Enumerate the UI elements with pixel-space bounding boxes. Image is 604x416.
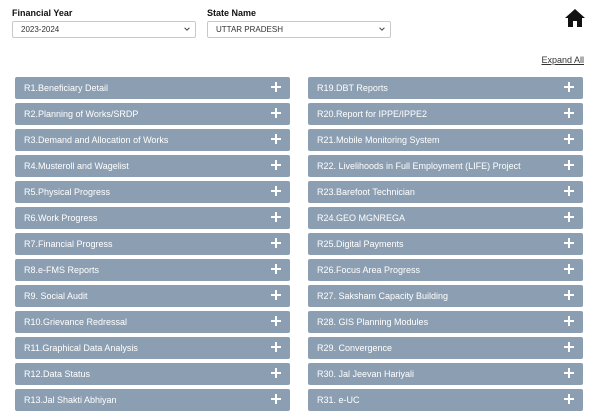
plus-icon[interactable]: [271, 134, 281, 144]
report-item[interactable]: R28. GIS Planning Modules: [308, 311, 583, 333]
expand-all-link[interactable]: Expand All: [541, 55, 584, 65]
chevron-down-icon: [379, 27, 385, 31]
report-item[interactable]: R6.Work Progress: [15, 207, 290, 229]
plus-icon[interactable]: [564, 316, 574, 326]
report-item-label: R11.Graphical Data Analysis: [24, 343, 138, 353]
report-item[interactable]: R26.Focus Area Progress: [308, 259, 583, 281]
state-name-label: State Name: [207, 8, 257, 18]
state-name-value: UTTAR PRADESH: [216, 25, 283, 34]
plus-icon[interactable]: [564, 394, 574, 404]
report-item-label: R4.Musteroll and Wagelist: [24, 161, 129, 171]
report-item[interactable]: R4.Musteroll and Wagelist: [15, 155, 290, 177]
report-item[interactable]: R3.Demand and Allocation of Works: [15, 129, 290, 151]
report-item[interactable]: R23.Barefoot Technician: [308, 181, 583, 203]
plus-icon[interactable]: [564, 134, 574, 144]
financial-year-label: Financial Year: [12, 8, 73, 18]
report-item-label: R8.e-FMS Reports: [24, 265, 100, 275]
plus-icon[interactable]: [564, 82, 574, 92]
report-item[interactable]: R7.Financial Progress: [15, 233, 290, 255]
report-item-label: R25.Digital Payments: [317, 239, 404, 249]
report-item-label: R3.Demand and Allocation of Works: [24, 135, 169, 145]
report-item[interactable]: R1.Beneficiary Detail: [15, 77, 290, 99]
report-item-label: R29. Convergence: [317, 343, 393, 353]
financial-year-value: 2023-2024: [21, 25, 60, 34]
plus-icon[interactable]: [271, 368, 281, 378]
chevron-down-icon: [184, 27, 190, 31]
report-item-label: R2.Planning of Works/SRDP: [24, 109, 139, 119]
plus-icon[interactable]: [564, 212, 574, 222]
plus-icon[interactable]: [564, 342, 574, 352]
plus-icon[interactable]: [271, 238, 281, 248]
report-item[interactable]: R13.Jal Shakti Abhiyan: [15, 389, 290, 411]
report-item-label: R19.DBT Reports: [317, 83, 388, 93]
financial-year-select[interactable]: 2023-2024: [12, 21, 196, 38]
home-icon[interactable]: [564, 8, 586, 28]
report-item[interactable]: R25.Digital Payments: [308, 233, 583, 255]
plus-icon[interactable]: [271, 394, 281, 404]
report-item[interactable]: R5.Physical Progress: [15, 181, 290, 203]
report-item[interactable]: R29. Convergence: [308, 337, 583, 359]
report-item-label: R6.Work Progress: [24, 213, 98, 223]
report-item[interactable]: R9. Social Audit: [15, 285, 290, 307]
plus-icon[interactable]: [271, 160, 281, 170]
state-name-select[interactable]: UTTAR PRADESH: [207, 21, 391, 38]
plus-icon[interactable]: [271, 82, 281, 92]
report-item[interactable]: R31. e-UC: [308, 389, 583, 411]
plus-icon[interactable]: [271, 316, 281, 326]
report-item-label: R9. Social Audit: [24, 291, 88, 301]
plus-icon[interactable]: [271, 212, 281, 222]
report-item-label: R23.Barefoot Technician: [317, 187, 415, 197]
report-item-label: R24.GEO MGNREGA: [317, 213, 406, 223]
report-item[interactable]: R24.GEO MGNREGA: [308, 207, 583, 229]
report-item[interactable]: R20.Report for IPPE/IPPE2: [308, 103, 583, 125]
report-item[interactable]: R8.e-FMS Reports: [15, 259, 290, 281]
plus-icon[interactable]: [564, 238, 574, 248]
report-item[interactable]: R19.DBT Reports: [308, 77, 583, 99]
report-item[interactable]: R30. Jal Jeevan Hariyali: [308, 363, 583, 385]
plus-icon[interactable]: [271, 264, 281, 274]
report-item-label: R7.Financial Progress: [24, 239, 113, 249]
report-item-label: R10.Grievance Redressal: [24, 317, 128, 327]
report-item[interactable]: R21.Mobile Monitoring System: [308, 129, 583, 151]
plus-icon[interactable]: [564, 290, 574, 300]
plus-icon[interactable]: [564, 108, 574, 118]
report-item[interactable]: R10.Grievance Redressal: [15, 311, 290, 333]
report-item[interactable]: R2.Planning of Works/SRDP: [15, 103, 290, 125]
report-item-label: R5.Physical Progress: [24, 187, 111, 197]
report-item-label: R13.Jal Shakti Abhiyan: [24, 395, 117, 405]
report-item[interactable]: R22. Livelihoods in Full Employment (LIF…: [308, 155, 583, 177]
report-item[interactable]: R27. Saksham Capacity Building: [308, 285, 583, 307]
plus-icon[interactable]: [564, 368, 574, 378]
report-item-label: R27. Saksham Capacity Building: [317, 291, 449, 301]
report-item-label: R31. e-UC: [317, 395, 360, 405]
report-item-label: R21.Mobile Monitoring System: [317, 135, 440, 145]
report-item-label: R26.Focus Area Progress: [317, 265, 421, 275]
report-item[interactable]: R12.Data Status: [15, 363, 290, 385]
plus-icon[interactable]: [564, 264, 574, 274]
report-item-label: R20.Report for IPPE/IPPE2: [317, 109, 428, 119]
report-item-label: R12.Data Status: [24, 369, 91, 379]
plus-icon[interactable]: [271, 342, 281, 352]
report-item-label: R28. GIS Planning Modules: [317, 317, 429, 327]
plus-icon[interactable]: [271, 290, 281, 300]
plus-icon[interactable]: [271, 108, 281, 118]
report-list-right: R19.DBT Reports R20.Report for IPPE/IPPE2…: [308, 77, 583, 415]
report-item-label: R22. Livelihoods in Full Employment (LIF…: [317, 161, 521, 171]
report-list-left: R1.Beneficiary Detail R2.Planning of Work…: [15, 77, 290, 415]
plus-icon[interactable]: [564, 160, 574, 170]
plus-icon[interactable]: [564, 186, 574, 196]
report-item-label: R30. Jal Jeevan Hariyali: [317, 369, 415, 379]
plus-icon[interactable]: [271, 186, 281, 196]
report-item-label: R1.Beneficiary Detail: [24, 83, 109, 93]
report-item[interactable]: R11.Graphical Data Analysis: [15, 337, 290, 359]
